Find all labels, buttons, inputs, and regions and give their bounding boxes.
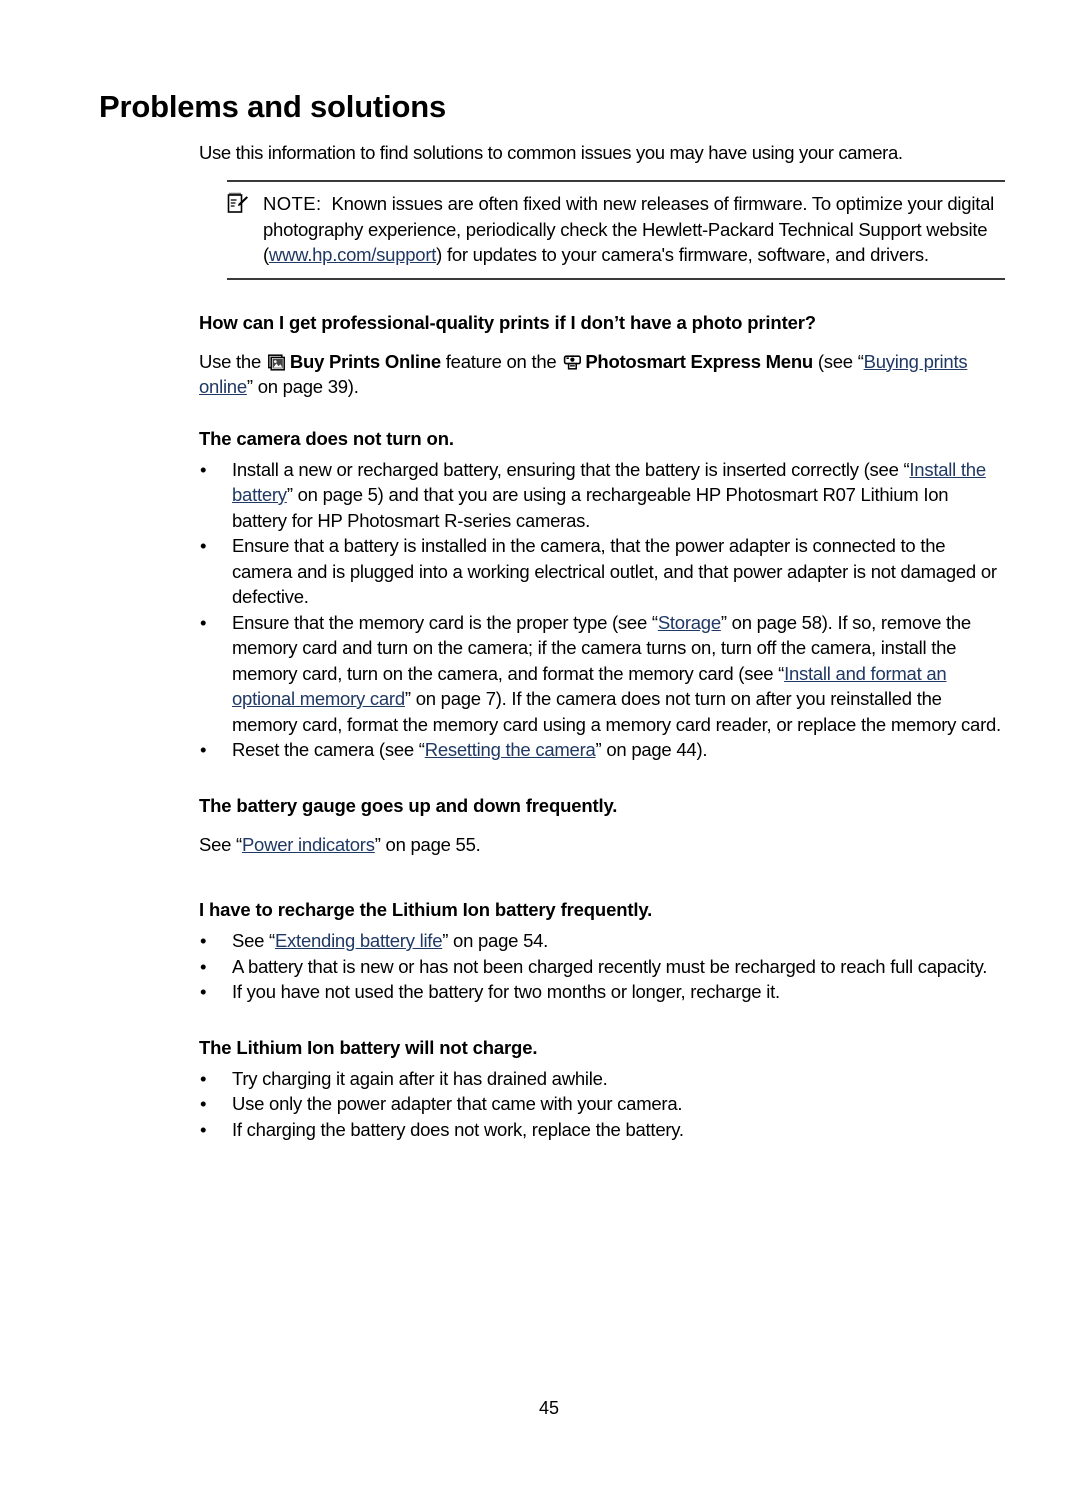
bullet-text: If you have not used the battery for two… <box>232 981 780 1002</box>
bullet-text-post: ” on page 5) and that you are using a re… <box>232 484 949 531</box>
bullet-text: A battery that is new or has not been ch… <box>232 955 988 977</box>
list-item: • A battery that is new or has not been c… <box>199 954 1007 980</box>
note-pencil-icon <box>227 192 249 214</box>
storage-link[interactable]: Storage <box>658 612 721 633</box>
section-heading-no-power: The camera does not turn on. <box>199 427 454 449</box>
bullet-marker: • <box>200 739 207 760</box>
bullet-text: Reset the camera (see “ <box>232 739 425 760</box>
bullet-text: If charging the battery does not work, r… <box>232 1118 684 1140</box>
prints-text-4: ” on page 39). <box>246 376 359 397</box>
bullet-marker: • <box>200 955 207 977</box>
gauge-text-post: ” on page 55. <box>374 833 481 855</box>
bullet-marker: • <box>200 535 207 556</box>
bullet-text: Use only the power adapter that came wit… <box>232 1093 683 1114</box>
list-item: • Reset the camera (see “Resetting the ca… <box>199 737 1007 763</box>
section-heading-recharge-often: I have to recharge the Lithium Ion batte… <box>199 899 653 920</box>
list-item: • Ensure that a battery is installed in t… <box>199 533 1007 610</box>
list-item: • Install a new or recharged battery, ens… <box>199 457 1007 534</box>
page-number: 45 <box>538 1398 560 1418</box>
extending-battery-life-link[interactable]: Extending battery life <box>275 930 443 951</box>
prints-text-2: feature on the <box>445 350 557 372</box>
bullet-text: Ensure that a battery is installed in th… <box>232 535 997 607</box>
prints-text-1: Use the <box>199 350 262 372</box>
bullet-marker: • <box>200 611 207 633</box>
note-label: NOTE: <box>263 193 322 214</box>
note-body: NOTE: Known issues are often fixed with n… <box>227 191 1005 268</box>
section-heading-prints: How can I get professional-quality print… <box>199 311 816 333</box>
list-item: • If you have not used the battery for tw… <box>199 979 1007 1005</box>
note-callout: NOTE: Known issues are often fixed with n… <box>227 180 1005 280</box>
resetting-the-camera-link[interactable]: Resetting the camera <box>425 739 596 760</box>
list-item: • Try charging it again after it has drai… <box>199 1066 1007 1092</box>
bullet-marker: • <box>200 458 207 480</box>
page-content: Use this information to find solutions t… <box>199 140 1007 1142</box>
list-item: • Use only the power adapter that came wi… <box>199 1091 1007 1117</box>
bullet-marker: • <box>200 930 207 951</box>
note-text-after-link: ) for updates to your camera's firmware,… <box>436 244 929 265</box>
bullet-marker: • <box>200 981 207 1002</box>
list-item: • See “Extending battery life” on page 54… <box>199 928 1007 954</box>
photosmart-express-icon <box>563 352 582 370</box>
section-heading-will-not-charge: The Lithium Ion battery will not charge. <box>199 1036 538 1058</box>
bullet-list-recharge-often: • See “Extending battery life” on page 54… <box>199 928 1007 1005</box>
bullet-marker: • <box>200 1093 207 1114</box>
bullet-text: Install a new or recharged battery, ensu… <box>232 458 910 480</box>
bullet-text: Try charging it again after it has drain… <box>232 1067 608 1089</box>
bullet-marker: • <box>200 1067 207 1089</box>
buy-prints-online-icon <box>267 352 287 371</box>
page-title: Problems and solutions <box>99 89 446 124</box>
section-paragraph-battery-gauge: See “Power indicators” on page 55. <box>199 832 1007 858</box>
bullet-marker: • <box>200 1118 207 1140</box>
bullet-text-post: ” on page 44). <box>595 739 708 760</box>
bullet-list-will-not-charge: • Try charging it again after it has drai… <box>199 1066 1007 1143</box>
prints-bold-1: Buy Prints Online <box>289 350 441 372</box>
power-indicators-link[interactable]: Power indicators <box>242 834 375 855</box>
document-page: Problems and solutions Use this informat… <box>0 0 1080 1495</box>
hp-support-link[interactable]: www.hp.com/support <box>269 244 436 265</box>
list-item: • Ensure that the memory card is the prop… <box>199 610 1007 738</box>
list-item: • If charging the battery does not work, … <box>199 1117 1007 1143</box>
gauge-text-pre: See “ <box>199 833 242 855</box>
section-paragraph-prints: Use the Buy Prints Online feature on the <box>199 349 1007 400</box>
section-heading-battery-gauge: The battery gauge goes up and down frequ… <box>199 794 618 816</box>
intro-paragraph: Use this information to find solutions t… <box>199 142 903 163</box>
bullet-text-post: ” on page 54. <box>442 930 549 951</box>
bullet-list-no-power: • Install a new or recharged battery, ens… <box>199 457 1007 763</box>
bullet-text: Ensure that the memory card is the prope… <box>232 611 658 633</box>
prints-text-3: (see “ <box>817 350 864 372</box>
bullet-text: See “ <box>232 930 275 951</box>
prints-bold-2: Photosmart Express Menu <box>585 350 813 372</box>
